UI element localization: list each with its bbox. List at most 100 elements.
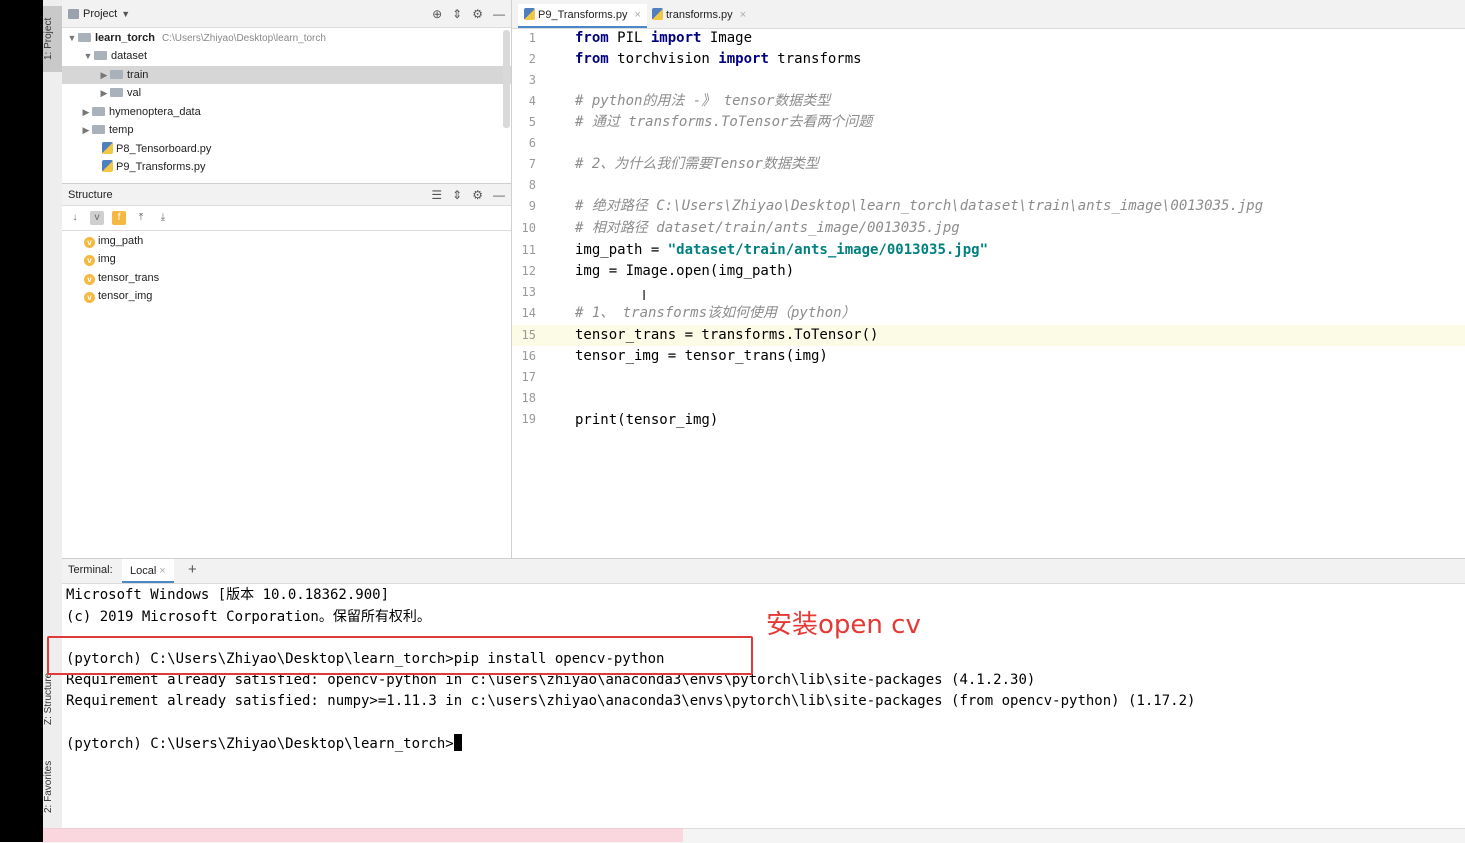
code-line-11[interactable]: img_path = "dataset/train/ants_image/001…: [575, 240, 988, 261]
folder-icon: [92, 125, 105, 134]
collapse-all-icon[interactable]: ⇕: [452, 7, 462, 21]
editor-tab-transforms[interactable]: transforms.py ×: [646, 4, 752, 26]
variable-icon: v: [84, 292, 95, 303]
python-file-icon: [652, 8, 663, 20]
line-number: 12: [521, 264, 536, 278]
code-line-12[interactable]: img = Image.open(img_path): [575, 261, 794, 282]
line-number: 16: [521, 349, 536, 363]
terminal-label: Terminal:: [68, 564, 113, 576]
collapse-all-icon[interactable]: ⇕: [452, 188, 462, 202]
line-number: 8: [528, 178, 536, 192]
code-line-4[interactable]: # python的用法 -》 tensor数据类型: [575, 91, 830, 112]
code-line-7[interactable]: # 2、为什么我们需要Tensor数据类型: [575, 154, 819, 175]
line-gutter: 1 2 3 4 5 6 7 8 9 10 11 12 13 14 15 16 1…: [512, 28, 568, 558]
tree-item-p8[interactable]: P8_Tensorboard.py: [102, 140, 211, 158]
chevron-right-icon[interactable]: ▶: [98, 84, 110, 102]
minimize-icon[interactable]: —: [493, 7, 505, 21]
code-editor: P9_Transforms.py × transforms.py × 1 2 3…: [512, 0, 1465, 558]
autoscroll-to-source-icon[interactable]: ⤒: [134, 211, 148, 225]
tree-item-temp[interactable]: ▶ temp: [80, 121, 134, 139]
structure-item[interactable]: v tensor_img: [84, 287, 152, 305]
chevron-right-icon[interactable]: ▶: [80, 121, 92, 139]
line-number: 14: [521, 306, 536, 320]
tree-item-train[interactable]: ▶ train: [62, 66, 511, 84]
close-icon[interactable]: ×: [635, 9, 641, 21]
variable-icon: v: [84, 255, 95, 266]
line-number: 7: [528, 157, 536, 171]
expand-all-icon[interactable]: ☰: [431, 188, 442, 202]
structure-item[interactable]: v tensor_trans: [84, 269, 159, 287]
line-number: 4: [528, 94, 536, 108]
editor-tabbar: P9_Transforms.py × transforms.py ×: [512, 0, 1465, 29]
locate-icon[interactable]: ⊕: [432, 7, 442, 21]
close-icon[interactable]: ×: [159, 565, 165, 577]
chevron-down-icon[interactable]: ▼: [82, 47, 94, 65]
tool-window-strip: 1: Project Z: Structure 2: Favorites: [43, 0, 63, 842]
tree-item-p9[interactable]: P9_Transforms.py: [102, 158, 205, 176]
structure-item[interactable]: v img_path: [84, 232, 143, 250]
structure-item[interactable]: v img: [84, 250, 116, 268]
terminal-line: (c) 2019 Microsoft Corporation。保留所有权利。: [66, 609, 431, 625]
tree-item-hymenoptera[interactable]: ▶ hymenoptera_data: [80, 103, 201, 121]
code-line-5[interactable]: # 通过 transforms.ToTensor去看两个问题: [575, 112, 872, 133]
structure-toolbar: ↓ v f ⤒ ⤓: [62, 206, 511, 231]
line-number: 10: [521, 221, 536, 235]
line-number: 19: [521, 412, 536, 426]
sort-alpha-icon[interactable]: ↓: [68, 211, 82, 225]
structure-panel-header: Structure ☰ ⇕ ⚙ —: [62, 184, 511, 206]
folder-icon: [92, 107, 105, 116]
editor-tab-p9[interactable]: P9_Transforms.py ×: [518, 4, 647, 28]
terminal-tab-local[interactable]: Local ×: [122, 559, 174, 583]
terminal-prompt[interactable]: (pytorch) C:\Users\Zhiyao\Desktop\learn_…: [66, 734, 462, 755]
tab-favorites[interactable]: 2: Favorites: [43, 752, 62, 822]
code-line-16[interactable]: tensor_img = tensor_trans(img): [575, 346, 828, 367]
show-fields-icon[interactable]: v: [90, 211, 104, 225]
gear-icon[interactable]: ⚙: [472, 7, 483, 21]
folder-icon: [78, 33, 91, 42]
autoscroll-from-source-icon[interactable]: ⤓: [156, 211, 170, 225]
python-file-icon: [102, 142, 113, 154]
code-line-9[interactable]: # 绝对路径 C:\Users\Zhiyao\Desktop\learn_tor…: [575, 196, 1263, 217]
overlay-tint: [43, 828, 683, 842]
add-terminal-button[interactable]: +: [188, 561, 197, 578]
terminal-line: Microsoft Windows [版本 10.0.18362.900]: [66, 587, 390, 603]
tree-item-dataset[interactable]: ▼ dataset: [82, 47, 148, 65]
line-number: 9: [528, 199, 536, 213]
folder-icon: [94, 51, 107, 60]
python-file-icon: [102, 160, 113, 172]
minimize-icon[interactable]: —: [493, 188, 505, 202]
code-line-19[interactable]: print(tensor_img): [575, 410, 718, 431]
terminal-line: Requirement already satisfied: numpy>=1.…: [66, 693, 1196, 709]
annotation-text: 安装open cv: [766, 610, 921, 640]
close-icon[interactable]: ×: [740, 9, 746, 21]
terminal-cursor: [453, 734, 462, 751]
terminal-panel: Terminal: Local × + Microsoft Windows [版本…: [62, 558, 1465, 843]
line-number: 17: [521, 370, 536, 384]
code-line-15[interactable]: tensor_trans = transforms.ToTensor(): [575, 325, 878, 346]
code-line-14[interactable]: # 1、 transforms该如何使用（python）: [575, 303, 856, 324]
code-line-10[interactable]: # 相对路径 dataset/train/ants_image/0013035.…: [575, 218, 960, 239]
project-icon: [68, 8, 79, 19]
chevron-right-icon[interactable]: ▶: [80, 103, 92, 121]
chevron-right-icon[interactable]: ▶: [98, 66, 110, 84]
screen-border: [0, 0, 43, 842]
folder-icon: [110, 88, 123, 97]
code-line-2[interactable]: from torchvision import transforms: [575, 49, 862, 70]
line-number: 6: [528, 136, 536, 150]
line-number: 11: [521, 243, 536, 257]
tree-root[interactable]: ▼ learn_torch C:\Users\Zhiyao\Desktop\lea…: [66, 29, 326, 47]
tab-project[interactable]: 1: Project: [43, 6, 62, 72]
project-panel-title[interactable]: Project: [83, 8, 117, 20]
chevron-down-icon[interactable]: ▼: [66, 29, 78, 47]
gear-icon[interactable]: ⚙: [472, 188, 483, 202]
line-number: 3: [528, 73, 536, 87]
project-panel: Project ▼ ⊕ ⇕ ⚙ — ▼ learn_torch C:\Users\…: [62, 0, 511, 183]
tree-item-val[interactable]: ▶ val: [98, 84, 142, 102]
line-number: 1: [528, 31, 536, 45]
code-line-1[interactable]: from PIL import Image: [575, 28, 752, 49]
chevron-down-icon[interactable]: ▼: [121, 9, 130, 19]
folder-icon: [110, 70, 123, 79]
scrollbar[interactable]: [503, 30, 510, 128]
structure-panel-title: Structure: [68, 188, 113, 201]
show-functions-icon[interactable]: f: [112, 211, 126, 225]
